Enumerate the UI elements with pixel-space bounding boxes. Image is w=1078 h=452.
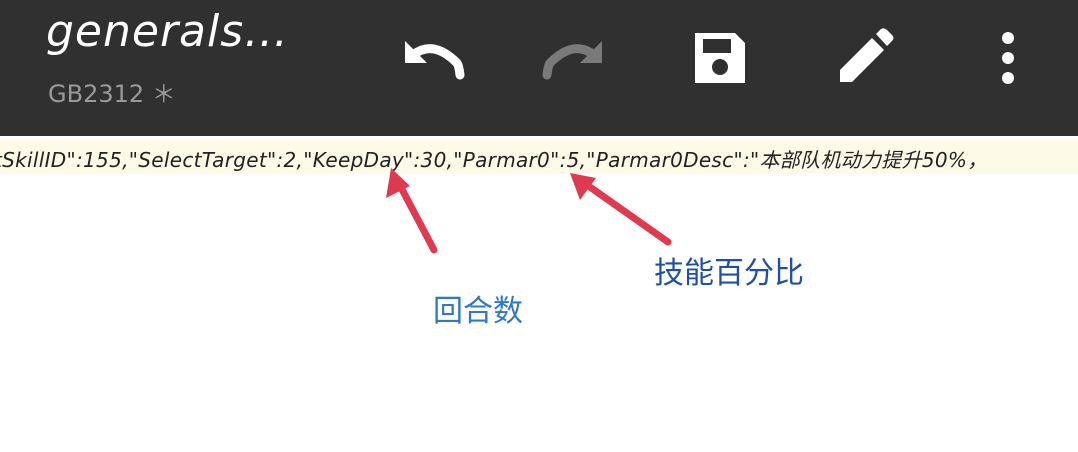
redo-button[interactable] [537, 20, 613, 96]
more-vertical-icon [1002, 32, 1014, 84]
app-toolbar: generals… GB2312 ＊ [0, 0, 1078, 136]
editor-area[interactable]: tSkillID":155,"SelectTarget":2,"KeepDay"… [0, 136, 1078, 452]
text-editor-app: generals… GB2312 ＊ tSkillID":155,"Select… [0, 0, 1078, 452]
annotation-skill-percent-label: 技能百分比 [654, 256, 804, 291]
current-line-highlight[interactable]: tSkillID":155,"SelectTarget":2,"KeepDay"… [0, 140, 1078, 174]
pencil-icon [840, 28, 894, 82]
undo-icon [405, 41, 465, 80]
file-title: generals… [46, 6, 290, 57]
save-icon [695, 33, 745, 83]
encoding-label: GB2312 ＊ [48, 80, 176, 108]
redo-icon [542, 41, 602, 80]
more-options-button[interactable] [970, 20, 1046, 96]
annotation-rounds-label: 回合数 [433, 294, 523, 329]
code-line-text: tSkillID":155,"SelectTarget":2,"KeepDay"… [0, 148, 988, 172]
edit-button[interactable] [826, 20, 902, 96]
undo-button[interactable] [394, 20, 470, 96]
save-button[interactable] [682, 20, 758, 96]
